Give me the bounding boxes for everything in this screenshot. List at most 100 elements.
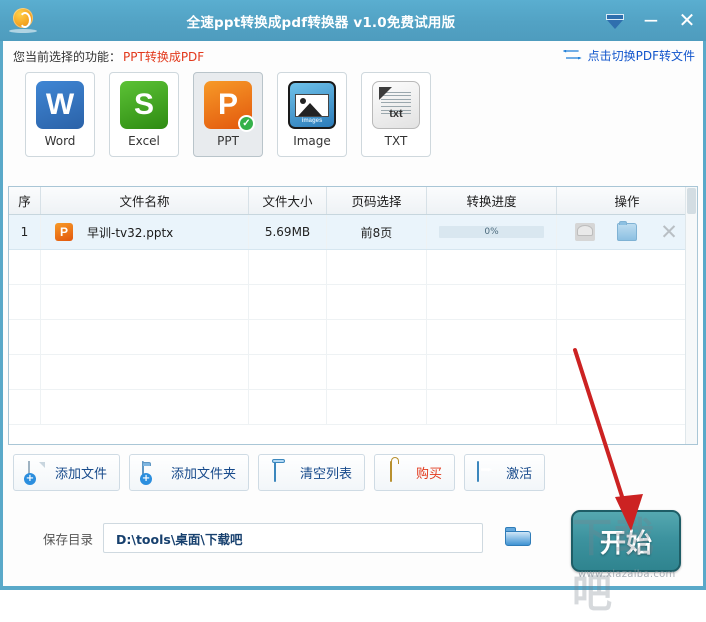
txt-icon-corner	[379, 87, 392, 100]
excel-icon: S	[120, 81, 168, 129]
cell-progress: 0%	[427, 215, 557, 249]
empty-cell	[327, 355, 427, 389]
empty-cell	[249, 320, 327, 354]
add-file-button[interactable]: + 添加文件	[13, 454, 121, 491]
skin-chevron-down-icon[interactable]	[604, 10, 626, 32]
empty-cell	[41, 320, 249, 354]
remove-icon[interactable]: ✕	[659, 222, 679, 243]
table-scrollbar[interactable]	[685, 187, 697, 444]
column-header-index: 序	[9, 187, 41, 214]
format-button-ppt[interactable]: P ✓ PPT	[193, 72, 263, 157]
empty-cell	[249, 285, 327, 319]
table-row[interactable]: 1 P 早训-tv32.pptx 5.69MB 前8页 0% ✕	[9, 215, 697, 250]
purchase-label: 购买	[416, 467, 443, 482]
empty-cell	[327, 390, 427, 424]
ppt-icon: P ✓	[204, 81, 255, 132]
save-directory-input[interactable]: D:\tools\桌面\下载吧	[103, 523, 484, 553]
table-row-empty	[9, 390, 697, 425]
empty-cell	[427, 320, 557, 354]
empty-cell	[9, 285, 41, 319]
empty-cell	[427, 355, 557, 389]
format-button-word[interactable]: W Word	[25, 72, 95, 157]
format-button-image[interactable]: images Image	[277, 72, 347, 157]
clear-list-button[interactable]: 清空列表	[258, 454, 366, 491]
format-button-txt[interactable]: txt TXT	[361, 72, 431, 157]
logo-ring	[13, 8, 33, 28]
image-icon-label: images	[301, 118, 323, 124]
table-row-empty	[9, 320, 697, 355]
ppt-glyph: P	[217, 88, 238, 121]
format-label-ppt: PPT	[217, 134, 239, 148]
scrollbar-thumb[interactable]	[687, 188, 696, 214]
empty-cell	[557, 355, 697, 389]
image-icon-photo	[295, 93, 329, 117]
txt-icon: txt	[372, 81, 420, 129]
table-row-empty	[9, 285, 697, 320]
browse-folder-body	[505, 531, 532, 546]
empty-cell	[249, 250, 327, 284]
browse-folder-icon[interactable]	[505, 527, 532, 549]
word-icon: W	[36, 81, 84, 129]
empty-cell	[41, 355, 249, 389]
function-bar: 您当前选择的功能： PPT转换成PDF 点击切换PDF转文件	[3, 41, 703, 71]
empty-cell	[557, 285, 697, 319]
empty-cell	[9, 390, 41, 424]
open-folder-icon[interactable]	[617, 221, 637, 241]
logo-base	[9, 29, 37, 33]
app-logo-icon	[0, 0, 46, 41]
add-file-icon: +	[24, 460, 48, 485]
activate-button[interactable]: 激活	[464, 454, 546, 491]
format-label-word: Word	[44, 134, 76, 148]
minimize-button[interactable]: −	[640, 10, 662, 32]
file-list-table: 序 文件名称 文件大小 页码选择 转换进度 操作 1 P 早训-tv32.ppt…	[8, 186, 698, 445]
empty-cell	[249, 390, 327, 424]
table-row-empty	[9, 250, 697, 285]
cell-index: 1	[9, 215, 41, 249]
format-button-excel[interactable]: S Excel	[109, 72, 179, 157]
purchase-button[interactable]: 购买	[374, 454, 456, 491]
progress-label: 0%	[484, 227, 499, 237]
format-label-excel: Excel	[128, 134, 160, 148]
empty-cell	[9, 320, 41, 354]
add-folder-label: 添加文件夹	[171, 467, 237, 482]
empty-cell	[41, 285, 249, 319]
selected-check-icon: ✓	[238, 115, 255, 132]
empty-cell	[41, 250, 249, 284]
arrow-shape	[477, 460, 480, 482]
empty-cell	[427, 390, 557, 424]
column-header-size: 文件大小	[249, 187, 327, 214]
empty-cell	[427, 250, 557, 284]
ppt-file-icon: P	[55, 223, 73, 241]
trash-shape	[274, 460, 277, 482]
column-header-actions: 操作	[614, 194, 640, 209]
add-folder-icon: +	[140, 460, 164, 485]
empty-cell	[41, 390, 249, 424]
column-header-progress: 转换进度	[427, 187, 557, 214]
application-window: 全速ppt转换成pdf转换器 v1.0免费试用版 − ✕ 您当前选择的功能： P…	[0, 0, 706, 617]
current-function-value: PPT转换成PDF	[123, 49, 205, 64]
cell-page-range[interactable]: 前8页	[327, 215, 427, 249]
empty-cell	[327, 285, 427, 319]
activate-icon	[477, 460, 499, 484]
activate-label: 激活	[506, 467, 533, 482]
skin-icon-triangle	[607, 19, 623, 29]
preview-icon[interactable]	[575, 223, 595, 241]
switch-mode-label: 点击切换PDF转文件	[587, 49, 695, 63]
start-button[interactable]: 开始	[571, 510, 681, 572]
plus-badge-icon: +	[24, 472, 36, 485]
empty-cell	[557, 250, 697, 284]
close-button[interactable]: ✕	[676, 10, 698, 32]
title-bar: 全速ppt转换成pdf转换器 v1.0免费试用版 − ✕	[0, 0, 706, 41]
clear-list-icon	[271, 460, 293, 484]
empty-cell	[9, 250, 41, 284]
empty-cell	[557, 320, 697, 354]
empty-cell	[249, 355, 327, 389]
purchase-icon	[387, 460, 409, 484]
excel-glyph: S	[133, 88, 154, 121]
switch-mode-link[interactable]: 点击切换PDF转文件	[563, 47, 695, 64]
cell-file-size: 5.69MB	[249, 215, 327, 249]
empty-cell	[557, 390, 697, 424]
table-row-empty	[9, 355, 697, 390]
txt-icon-word: txt	[389, 108, 403, 120]
add-folder-button[interactable]: + 添加文件夹	[129, 454, 250, 491]
